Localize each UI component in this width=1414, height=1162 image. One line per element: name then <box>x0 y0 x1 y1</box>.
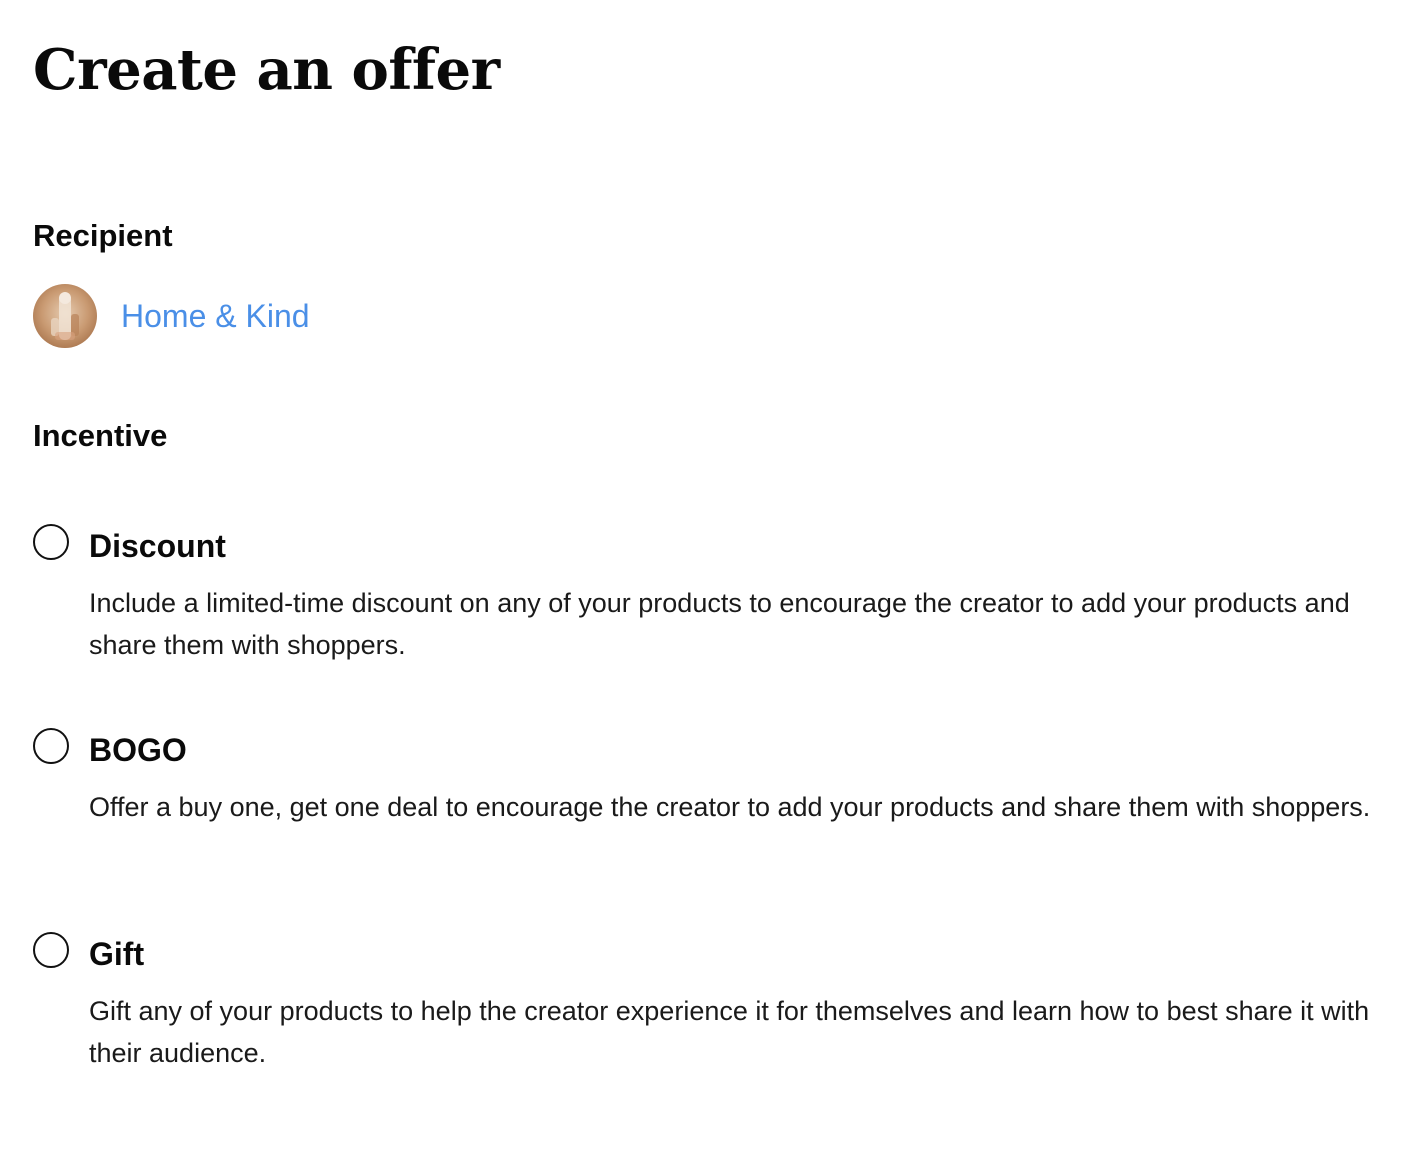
gift-radio[interactable] <box>33 932 69 968</box>
page-title: Create an offer <box>33 37 500 103</box>
discount-description: Include a limited-time discount on any o… <box>89 588 1350 660</box>
recipient-avatar <box>33 284 97 348</box>
bogo-radio[interactable] <box>33 728 69 764</box>
recipient-name-link[interactable]: Home & Kind <box>121 296 310 336</box>
incentive-heading: Incentive <box>33 418 168 453</box>
recipient-row: Home & Kind <box>33 284 310 348</box>
avatar-image <box>33 284 97 348</box>
discount-radio[interactable] <box>33 524 69 560</box>
recipient-heading: Recipient <box>33 218 173 253</box>
gift-label[interactable]: Gift <box>89 934 144 974</box>
bogo-description: Offer a buy one, get one deal to encoura… <box>89 792 1371 822</box>
discount-label[interactable]: Discount <box>89 526 226 566</box>
bogo-label[interactable]: BOGO <box>89 730 187 770</box>
gift-description: Gift any of your products to help the cr… <box>89 996 1370 1068</box>
